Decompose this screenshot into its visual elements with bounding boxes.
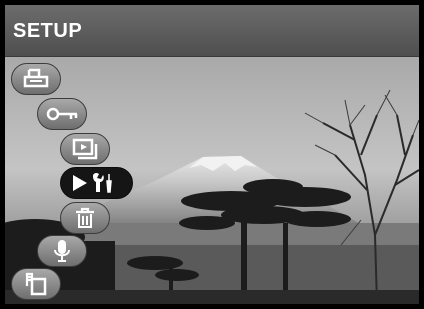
menu-item-playback-setup[interactable] [60, 167, 133, 199]
menu-item-slideshow[interactable] [60, 133, 110, 165]
menu-item-voice-memo[interactable] [37, 235, 87, 267]
camera-screen: SETUP [0, 0, 424, 309]
microphone-icon [54, 240, 70, 262]
page-title: SETUP [13, 20, 83, 42]
menu-item-copy[interactable] [11, 268, 61, 300]
slideshow-icon [72, 138, 98, 160]
play-setup-icon [72, 172, 112, 193]
trash-icon [76, 207, 94, 228]
key-icon [46, 107, 78, 121]
menu-item-delete[interactable] [60, 202, 110, 234]
title-bar: SETUP [5, 5, 419, 57]
copy-icon [25, 272, 47, 296]
print-icon [23, 68, 49, 88]
menu-item-protect[interactable] [37, 98, 87, 130]
menu-item-print[interactable] [11, 63, 61, 95]
